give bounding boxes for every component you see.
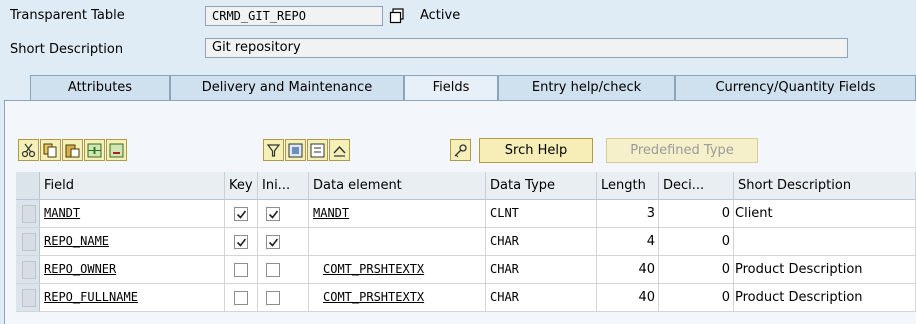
copy-icon[interactable] xyxy=(40,139,61,161)
key-cell xyxy=(225,200,258,227)
decimals-cell[interactable]: 0 xyxy=(659,284,734,311)
display-object-icon[interactable] xyxy=(389,8,405,24)
paste-icon[interactable] xyxy=(62,139,83,161)
short-description-cell: Product Description xyxy=(734,256,916,283)
length-cell[interactable]: 3 xyxy=(597,200,659,227)
field-name-cell[interactable]: REPO_FULLNAME xyxy=(40,284,225,311)
data-element-cell[interactable] xyxy=(309,228,486,255)
search-help-button[interactable]: Srch Help xyxy=(479,138,593,163)
key-cell xyxy=(225,228,258,255)
length-cell[interactable]: 40 xyxy=(597,284,659,311)
data-type-cell[interactable]: CHAR xyxy=(486,256,597,283)
row-selector[interactable] xyxy=(16,228,40,255)
insert-row-icon[interactable] xyxy=(84,139,105,161)
table-name-field[interactable]: CRMD_GIT_REPO xyxy=(205,6,383,26)
row-selector[interactable] xyxy=(16,200,40,227)
initial-cell xyxy=(258,200,309,227)
key-icon[interactable] xyxy=(450,139,471,161)
collapse-icon[interactable] xyxy=(329,139,350,161)
data-element-cell[interactable]: COMT_PRSHTEXTX xyxy=(309,256,486,283)
short-description-label: Short Description xyxy=(10,42,124,57)
expand-include-icon[interactable] xyxy=(307,139,328,161)
column-header-length[interactable]: Length xyxy=(597,172,659,199)
status-label: Active xyxy=(420,8,461,23)
short-description-cell: Client xyxy=(734,200,916,227)
field-name-cell[interactable]: REPO_NAME xyxy=(40,228,225,255)
column-header-data-element[interactable]: Data element xyxy=(309,172,486,199)
length-cell[interactable]: 40 xyxy=(597,256,659,283)
table-row[interactable]: REPO_NAME CHAR 4 0 xyxy=(16,228,916,256)
data-type-cell[interactable]: CLNT xyxy=(486,200,597,227)
row-selector[interactable] xyxy=(16,256,40,283)
column-header-decimals[interactable]: Deci... xyxy=(659,172,734,199)
field-name-cell[interactable]: MANDT xyxy=(40,200,225,227)
key-checkbox[interactable] xyxy=(234,291,248,305)
column-header-data-type[interactable]: Data Type xyxy=(486,172,597,199)
column-header-short-description[interactable]: Short Description xyxy=(734,172,916,199)
tab-entry-help-check[interactable]: Entry help/check xyxy=(498,75,675,100)
tab-attributes[interactable]: Attributes xyxy=(30,75,170,100)
key-checkbox[interactable] xyxy=(234,207,248,221)
data-type-cell[interactable]: CHAR xyxy=(486,228,597,255)
delete-row-icon[interactable] xyxy=(106,139,127,161)
key-cell xyxy=(225,284,258,311)
initial-cell xyxy=(258,228,309,255)
short-description-cell: Product Description xyxy=(734,284,916,311)
decimals-cell[interactable]: 0 xyxy=(659,228,734,255)
decimals-cell[interactable]: 0 xyxy=(659,200,734,227)
key-checkbox[interactable] xyxy=(234,263,248,277)
initial-checkbox[interactable] xyxy=(266,235,280,249)
table-row[interactable]: MANDT MANDT CLNT 3 0 Client xyxy=(16,200,916,228)
filter-icon[interactable] xyxy=(263,139,284,161)
short-description-field[interactable]: Git repository xyxy=(205,38,848,58)
predefined-type-button[interactable]: Predefined Type xyxy=(606,138,758,163)
key-cell xyxy=(225,256,258,283)
initial-cell xyxy=(258,256,309,283)
data-element-cell[interactable]: MANDT xyxy=(309,200,486,227)
tab-currency-quantity-fields[interactable]: Currency/Quantity Fields xyxy=(675,75,916,100)
column-header-field[interactable]: Field xyxy=(40,172,225,199)
data-type-cell[interactable]: CHAR xyxy=(486,284,597,311)
length-cell[interactable]: 4 xyxy=(597,228,659,255)
initial-checkbox[interactable] xyxy=(266,263,280,277)
table-header-row: Field Key Ini... Data element Data Type … xyxy=(16,172,916,200)
column-header-key[interactable]: Key xyxy=(225,172,258,199)
table-row[interactable]: REPO_OWNER COMT_PRSHTEXTX CHAR 40 0 Prod… xyxy=(16,256,916,284)
cut-icon[interactable] xyxy=(18,139,39,161)
row-selector[interactable] xyxy=(16,284,40,311)
tab-fields[interactable]: Fields xyxy=(404,75,498,101)
select-all-cell[interactable] xyxy=(16,172,40,199)
initial-checkbox[interactable] xyxy=(266,207,280,221)
table-row[interactable]: REPO_FULLNAME COMT_PRSHTEXTX CHAR 40 0 P… xyxy=(16,284,916,312)
initial-cell xyxy=(258,284,309,311)
short-description-cell xyxy=(734,228,916,255)
insert-include-icon[interactable] xyxy=(285,139,306,161)
field-name-cell[interactable]: REPO_OWNER xyxy=(40,256,225,283)
decimals-cell[interactable]: 0 xyxy=(659,256,734,283)
tabstrip: Attributes Delivery and Maintenance Fiel… xyxy=(0,75,916,101)
key-checkbox[interactable] xyxy=(234,235,248,249)
data-element-cell[interactable]: COMT_PRSHTEXTX xyxy=(309,284,486,311)
column-header-initial[interactable]: Ini... xyxy=(258,172,309,199)
tab-delivery-and-maintenance[interactable]: Delivery and Maintenance xyxy=(170,75,404,100)
initial-checkbox[interactable] xyxy=(266,291,280,305)
table-type-label: Transparent Table xyxy=(10,8,125,23)
